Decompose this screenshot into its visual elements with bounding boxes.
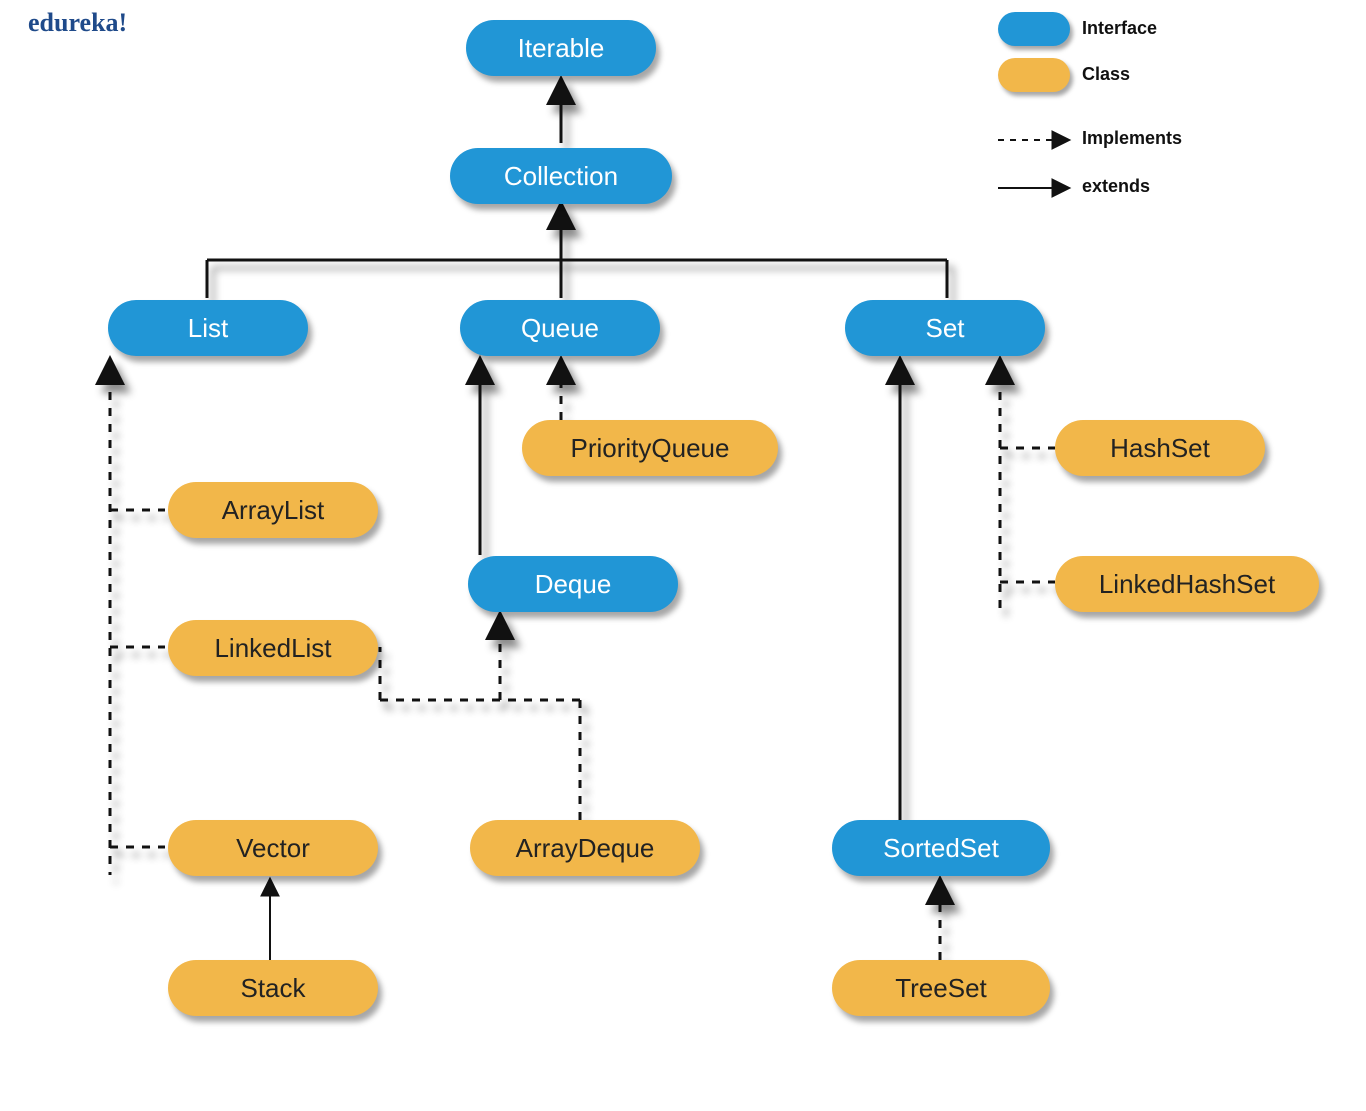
node-priorityqueue: PriorityQueue: [522, 420, 778, 476]
node-treeset: TreeSet: [832, 960, 1050, 1016]
node-vector: Vector: [168, 820, 378, 876]
node-hashset: HashSet: [1055, 420, 1265, 476]
node-set: Set: [845, 300, 1045, 356]
node-collection: Collection: [450, 148, 672, 204]
node-linkedhashset: LinkedHashSet: [1055, 556, 1319, 612]
node-sortedset: SortedSet: [832, 820, 1050, 876]
node-linkedlist: LinkedList: [168, 620, 378, 676]
brand-logo: edureka!: [28, 8, 127, 38]
node-queue: Queue: [460, 300, 660, 356]
node-deque: Deque: [468, 556, 678, 612]
legend-implements-label: Implements: [1082, 128, 1182, 149]
node-arraylist: ArrayList: [168, 482, 378, 538]
node-stack: Stack: [168, 960, 378, 1016]
legend-interface-swatch: [998, 12, 1070, 46]
legend-extends-label: extends: [1082, 176, 1150, 197]
node-iterable: Iterable: [466, 20, 656, 76]
legend-interface-label: Interface: [1082, 18, 1157, 39]
node-arraydeque: ArrayDeque: [470, 820, 700, 876]
diagram-root: Interface Class Implements extends Itera…: [0, 0, 1366, 1111]
node-list: List: [108, 300, 308, 356]
legend-class-label: Class: [1082, 64, 1130, 85]
legend-class-swatch: [998, 58, 1070, 92]
